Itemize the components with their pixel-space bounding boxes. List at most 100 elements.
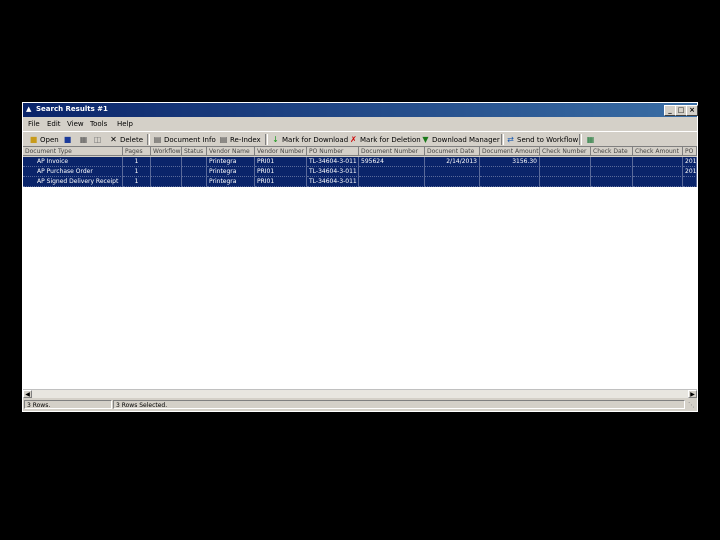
cell-vendor-number: PRI01	[255, 177, 307, 187]
column-header[interactable]: Workflow	[151, 147, 182, 156]
workflow-icon: ⇄	[507, 135, 514, 144]
column-header[interactable]: Vendor Number	[255, 147, 307, 156]
toolbar-separator	[501, 134, 504, 145]
title-bar[interactable]: ▲ Search Results #1 _ □ ×	[23, 103, 698, 117]
cell-check-amount	[633, 167, 683, 177]
cell-document-number	[359, 167, 425, 177]
table-row[interactable]: AP Purchase Order 1 Printegra PRI01 TL-3…	[23, 167, 697, 177]
cell-status	[182, 177, 207, 187]
down-arrow-icon: ↓	[272, 135, 279, 144]
column-header[interactable]: Document Amount	[480, 147, 540, 156]
preview-icon: ◫	[93, 135, 102, 144]
resize-grip-icon[interactable]: ⋱	[688, 401, 695, 409]
menu-tools[interactable]: Tools	[90, 120, 107, 128]
send-workflow-label: Send to Workflow	[517, 135, 579, 144]
scroll-right-icon[interactable]: ▶	[688, 390, 697, 398]
cell-document-type: AP Signed Delivery Receipt	[23, 177, 123, 187]
mark-download-label: Mark for Download	[282, 135, 349, 144]
cell-check-number	[540, 157, 591, 167]
column-header[interactable]: Check Date	[591, 147, 633, 156]
red-x-icon: ✗	[350, 135, 357, 144]
row-count: 3 Rows.	[24, 400, 112, 409]
toolbar-separator	[147, 134, 150, 145]
cell-po: 2012	[683, 167, 697, 177]
cell-vendor-number: PRI01	[255, 157, 307, 167]
delete-button[interactable]: ✕ Delete	[109, 134, 143, 145]
document-icon: ▤	[153, 135, 162, 144]
horizontal-scrollbar[interactable]: ◀ ▶	[23, 389, 697, 398]
mark-deletion-label: Mark for Deletion	[360, 135, 421, 144]
column-header[interactable]: Document Date	[425, 147, 480, 156]
save-icon: ■	[63, 135, 72, 144]
send-workflow-button[interactable]: ⇄ Send to Workflow	[506, 134, 578, 145]
delete-x-icon: ✕	[110, 135, 117, 144]
preview-button[interactable]: ◫	[93, 134, 104, 145]
cell-check-amount	[633, 157, 683, 167]
cell-document-amount	[480, 177, 540, 187]
cell-document-type: AP Purchase Order	[23, 167, 123, 177]
toolbar: ■ Open ■ ▦ ◫ ✕ Delete ▤ Document Info ▤ …	[23, 131, 697, 147]
excel-export-button[interactable]: ▦	[586, 134, 597, 145]
column-header[interactable]: Check Amount	[633, 147, 683, 156]
close-button[interactable]: ×	[686, 105, 698, 116]
table-row[interactable]: AP Invoice 1 Printegra PRI01 TL-34604-3-…	[23, 157, 697, 167]
cell-document-amount	[480, 167, 540, 177]
reindex-button[interactable]: ▤ Re-Index	[219, 134, 261, 145]
cell-check-date	[591, 157, 633, 167]
cell-check-number	[540, 177, 591, 187]
menu-file[interactable]: File	[28, 120, 40, 128]
column-header[interactable]: Vendor Name	[207, 147, 255, 156]
mark-download-button[interactable]: ↓ Mark for Download	[271, 134, 348, 145]
column-header[interactable]: PO	[683, 147, 697, 156]
results-grid: Document Type Pages Workflow Status Vend…	[23, 147, 697, 389]
cell-status	[182, 167, 207, 177]
reindex-icon: ▤	[219, 135, 228, 144]
print-icon: ▦	[79, 135, 88, 144]
column-header[interactable]: Check Number	[540, 147, 591, 156]
cell-check-number	[540, 167, 591, 177]
column-header[interactable]: Document Number	[359, 147, 425, 156]
cell-check-date	[591, 167, 633, 177]
download-manager-icon: ▼	[422, 135, 429, 144]
cell-document-amount: 3156.30	[480, 157, 540, 167]
cell-pages: 1	[123, 167, 151, 177]
reindex-label: Re-Index	[230, 135, 261, 144]
cell-document-date	[425, 177, 480, 187]
document-info-button[interactable]: ▤ Document Info	[153, 134, 216, 145]
menu-view[interactable]: View	[67, 120, 84, 128]
cell-document-number	[359, 177, 425, 187]
app-icon: ▲	[26, 105, 32, 113]
menu-edit[interactable]: Edit	[47, 120, 61, 128]
column-header[interactable]: PO Number	[307, 147, 359, 156]
cell-po	[683, 177, 697, 187]
open-button[interactable]: ■ Open	[29, 134, 59, 145]
cell-pages: 1	[123, 177, 151, 187]
menu-bar: File Edit View Tools Help	[23, 118, 697, 131]
column-header[interactable]: Status	[182, 147, 207, 156]
cell-check-amount	[633, 177, 683, 187]
open-label: Open	[40, 135, 59, 144]
delete-label: Delete	[120, 135, 143, 144]
cell-document-date	[425, 167, 480, 177]
print-button[interactable]: ▦	[79, 134, 90, 145]
column-header[interactable]: Document Type	[23, 147, 123, 156]
cell-document-number: 595624	[359, 157, 425, 167]
mark-deletion-button[interactable]: ✗ Mark for Deletion	[349, 134, 421, 145]
download-manager-button[interactable]: ▼ Download Manager	[421, 134, 499, 145]
cell-po-number: TL-34604-3-011	[307, 167, 359, 177]
cell-po: 2013	[683, 157, 697, 167]
cell-po-number: TL-34604-3-011	[307, 177, 359, 187]
menu-help[interactable]: Help	[117, 120, 133, 128]
column-header[interactable]: Pages	[123, 147, 151, 156]
table-row[interactable]: AP Signed Delivery Receipt 1 Printegra P…	[23, 177, 697, 187]
window-title: Search Results #1	[36, 105, 108, 113]
cell-vendor-number: PRI01	[255, 167, 307, 177]
cell-vendor-name: Printegra	[207, 177, 255, 187]
toolbar-separator	[265, 134, 268, 145]
cell-workflow	[151, 157, 182, 167]
cell-workflow	[151, 167, 182, 177]
save-button[interactable]: ■	[63, 134, 74, 145]
folder-icon: ■	[29, 135, 38, 144]
scroll-left-icon[interactable]: ◀	[23, 390, 32, 398]
cell-check-date	[591, 177, 633, 187]
